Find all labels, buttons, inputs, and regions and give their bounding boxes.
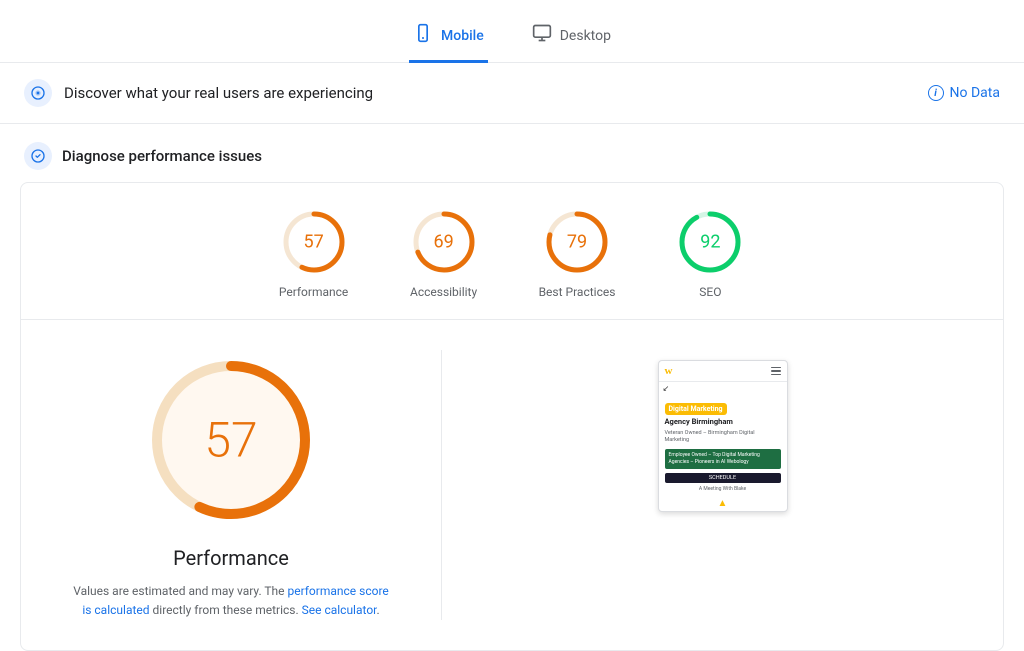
- performance-label: Performance: [279, 285, 348, 299]
- preview-schedule-button: SCHEDULE: [665, 473, 781, 483]
- diagnose-icon: [24, 142, 52, 170]
- no-data-badge[interactable]: i No Data: [928, 85, 1000, 101]
- menu-line-3: [771, 374, 781, 376]
- preview-meeting-text: A Meeting With Blake: [665, 486, 781, 492]
- diagnose-title: Diagnose performance issues: [62, 147, 262, 165]
- preview-area: w ↙ Digital Marketing Agency Birmingham …: [482, 350, 963, 620]
- preview-hero-label: Digital Marketing: [665, 403, 727, 415]
- preview-subtitle: Veteran Owned – Birmingham Digital Marke…: [665, 430, 781, 445]
- preview-menu-icon: [771, 367, 781, 376]
- seo-circle: 92: [675, 207, 745, 277]
- desktop-icon: [532, 23, 552, 48]
- banner-icon: [24, 79, 52, 107]
- seo-label: SEO: [699, 285, 721, 299]
- website-preview-mockup: w ↙ Digital Marketing Agency Birmingham …: [658, 360, 788, 512]
- best-practices-label: Best Practices: [539, 285, 616, 299]
- preview-arrow: ▲: [659, 496, 787, 511]
- vertical-divider: [441, 350, 442, 620]
- preview-body: Digital Marketing Agency Birmingham Vete…: [659, 395, 787, 496]
- score-item-performance[interactable]: 57 Performance: [279, 207, 349, 299]
- calculator-link[interactable]: See calculator: [302, 603, 377, 617]
- mobile-icon: [413, 23, 433, 48]
- preview-green-box: Employee Owned – Top Digital Marketing A…: [665, 449, 781, 469]
- tab-desktop[interactable]: Desktop: [528, 13, 615, 63]
- preview-title: Agency Birmingham: [665, 417, 781, 427]
- accessibility-value: 69: [433, 232, 453, 253]
- no-data-label: No Data: [950, 85, 1000, 101]
- tab-mobile-label: Mobile: [441, 28, 484, 44]
- accessibility-circle: 69: [409, 207, 479, 277]
- accessibility-label: Accessibility: [410, 285, 477, 299]
- large-performance-circle: 57: [141, 350, 321, 530]
- banner-text: Discover what your real users are experi…: [64, 84, 373, 102]
- preview-logo: w: [665, 365, 673, 377]
- score-item-seo[interactable]: 92 SEO: [675, 207, 745, 299]
- menu-line-2: [771, 370, 781, 372]
- detail-section: 57 Performance Values are estimated and …: [21, 320, 1003, 650]
- cursor-icon: ↙: [663, 384, 670, 393]
- large-performance-value: 57: [204, 412, 257, 469]
- tab-bar: Mobile Desktop: [0, 0, 1024, 63]
- performance-circle: 57: [279, 207, 349, 277]
- score-item-accessibility[interactable]: 69 Accessibility: [409, 207, 479, 299]
- best-practices-value: 79: [567, 232, 587, 253]
- banner-section: Discover what your real users are experi…: [0, 63, 1024, 124]
- performance-value: 57: [303, 232, 323, 253]
- menu-line-1: [771, 367, 781, 369]
- score-note: Values are estimated and may vary. The p…: [71, 582, 391, 620]
- scores-row: 57 Performance 69 Accessibility: [21, 183, 1003, 319]
- tab-mobile[interactable]: Mobile: [409, 13, 488, 63]
- diagnose-header: Diagnose performance issues: [0, 124, 1024, 182]
- large-score-area: 57 Performance Values are estimated and …: [61, 350, 401, 620]
- tab-desktop-label: Desktop: [560, 28, 611, 44]
- info-icon: i: [928, 85, 944, 101]
- seo-value: 92: [700, 232, 720, 253]
- large-performance-label: Performance: [173, 546, 289, 570]
- score-card: 57 Performance 69 Accessibility: [20, 182, 1004, 651]
- banner-left: Discover what your real users are experi…: [24, 79, 373, 107]
- best-practices-circle: 79: [542, 207, 612, 277]
- score-item-best-practices[interactable]: 79 Best Practices: [539, 207, 616, 299]
- preview-header: w: [659, 361, 787, 382]
